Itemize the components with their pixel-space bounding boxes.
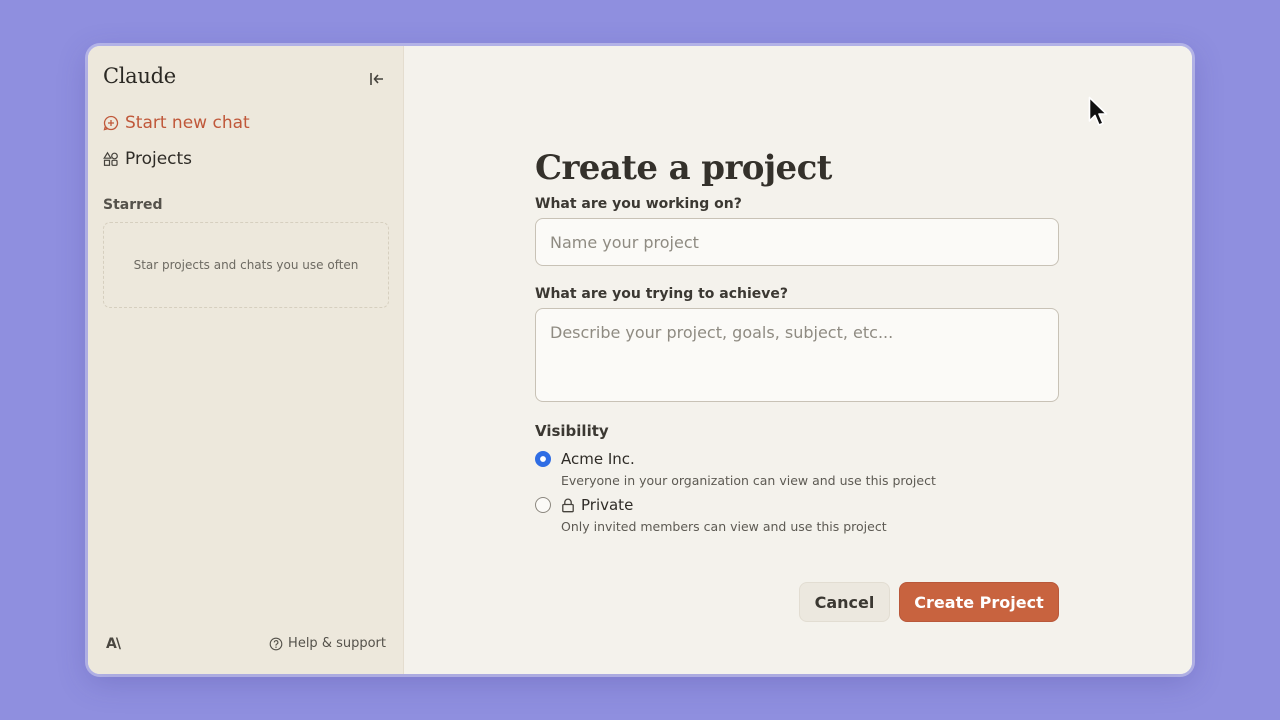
starred-empty-text: Star projects and chats you use often (133, 258, 359, 272)
project-description-input[interactable] (535, 308, 1059, 402)
private-option-text: Private Only invited members can view an… (561, 496, 887, 534)
project-name-input[interactable] (535, 218, 1059, 266)
project-name-label: What are you working on? (535, 196, 742, 212)
collapse-sidebar-icon (370, 73, 383, 85)
new-chat-icon (103, 115, 119, 131)
private-option-description: Only invited members can view and use th… (561, 519, 887, 534)
private-option-name-row: Private (561, 496, 887, 514)
visibility-option-organization[interactable]: Acme Inc. Everyone in your organization … (535, 450, 1059, 488)
organization-option-name: Acme Inc. (561, 450, 635, 468)
main-panel: Create a project What are you working on… (404, 46, 1192, 674)
starred-empty-state: Star projects and chats you use often (103, 222, 389, 308)
organization-radio[interactable] (535, 451, 551, 467)
app-window: Claude Start new chat Projects Starred S… (88, 46, 1192, 674)
collapse-sidebar-button[interactable] (366, 68, 388, 90)
cancel-button[interactable]: Cancel (799, 582, 890, 622)
help-icon (269, 637, 283, 650)
create-project-button[interactable]: Create Project (899, 582, 1059, 622)
visibility-heading: Visibility (535, 422, 609, 440)
create-project-form: Create a project What are you working on… (535, 146, 1059, 534)
anthropic-logo: A\ (106, 636, 121, 652)
lock-icon (562, 498, 574, 512)
starred-heading: Starred (103, 197, 163, 213)
page-title: Create a project (535, 148, 832, 188)
sidebar: Claude Start new chat Projects Starred S… (88, 46, 404, 674)
start-new-chat-button[interactable]: Start new chat (103, 113, 250, 133)
organization-option-description: Everyone in your organization can view a… (561, 473, 936, 488)
private-option-name: Private (581, 496, 634, 514)
help-support-link[interactable]: Help & support (269, 636, 386, 651)
visibility-option-private[interactable]: Private Only invited members can view an… (535, 496, 1059, 534)
start-new-chat-label: Start new chat (125, 113, 250, 133)
projects-icon (103, 151, 118, 166)
sidebar-item-projects[interactable]: Projects (103, 149, 192, 169)
project-goal-label: What are you trying to achieve? (535, 286, 789, 302)
help-support-label: Help & support (288, 636, 386, 651)
organization-option-text: Acme Inc. Everyone in your organization … (561, 450, 936, 488)
private-radio[interactable] (535, 497, 551, 513)
form-actions: Cancel Create Project (799, 582, 1059, 622)
brand-logo: Claude (103, 64, 176, 88)
projects-label: Projects (125, 149, 193, 169)
